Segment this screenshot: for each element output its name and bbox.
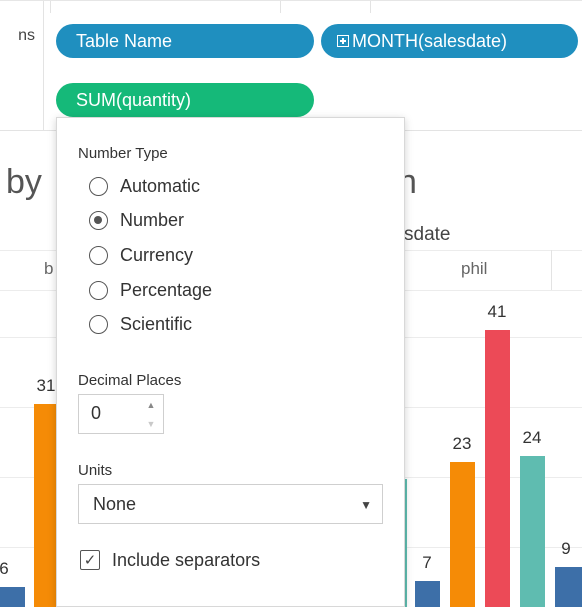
pill-label: MONTH(salesdate) <box>352 30 508 51</box>
radio-number[interactable]: Number <box>89 207 184 233</box>
radio-button-selected[interactable] <box>89 210 108 230</box>
radio-label: Currency <box>120 244 194 265</box>
pane-divider <box>551 250 552 290</box>
include-separators-option[interactable]: ✓ Include separators <box>80 546 260 574</box>
radio-button[interactable] <box>89 280 108 300</box>
table-name-pill[interactable]: Table Name <box>56 24 314 58</box>
columns-shelf-label: ns <box>0 1 44 71</box>
toolbar-strip <box>0 1 582 13</box>
bar-label: 9 <box>561 539 571 558</box>
bar-label: 7 <box>422 553 432 572</box>
strip-segment <box>280 1 371 13</box>
radio-button[interactable] <box>89 176 108 196</box>
checkbox-checked[interactable]: ✓ <box>80 550 100 570</box>
bar-blue[interactable] <box>415 581 440 607</box>
radio-label: Automatic <box>120 175 201 196</box>
radio-scientific[interactable]: Scientific <box>89 311 192 337</box>
radio-button[interactable] <box>89 314 108 334</box>
pane-label: b <box>44 259 54 278</box>
radio-percentage[interactable]: Percentage <box>89 277 212 303</box>
month-salesdate-pill[interactable]: MONTH(salesdate) <box>321 24 578 58</box>
pane-label: phil <box>461 259 488 278</box>
increment-arrow-icon[interactable]: ▲ <box>139 395 163 414</box>
bar-label: 23 <box>452 434 472 453</box>
radio-automatic[interactable]: Automatic <box>89 173 200 199</box>
bar-label: 24 <box>522 428 542 447</box>
pill-label: Table Name <box>76 30 173 51</box>
bar-orange[interactable] <box>450 462 475 607</box>
dropdown-arrow-icon[interactable]: ▼ <box>360 498 372 512</box>
bar-blue[interactable] <box>555 567 582 607</box>
decimal-places-stepper[interactable]: 0 ▲ ▼ <box>78 394 164 434</box>
strip-segment <box>50 1 281 13</box>
decrement-arrow-icon[interactable]: ▼ <box>139 414 163 433</box>
radio-label: Number <box>120 209 185 230</box>
columns-shelf: ns Table Name MONTH(salesdate) <box>0 0 582 72</box>
radio-button[interactable] <box>89 245 108 265</box>
decimal-places-title: Decimal Places <box>78 372 182 389</box>
bar-label: 6 <box>0 559 9 578</box>
number-type-title: Number Type <box>78 145 168 162</box>
units-dropdown[interactable]: None ▼ <box>78 484 383 524</box>
bar-red[interactable] <box>485 330 510 607</box>
radio-label: Percentage <box>120 279 213 300</box>
radio-currency[interactable]: Currency <box>89 242 193 268</box>
plus-box-icon[interactable] <box>337 35 349 47</box>
radio-label: Scientific <box>120 313 193 334</box>
number-format-popup: Number Type Automatic Number Currency Pe… <box>56 117 405 607</box>
column-header: sdate <box>404 224 451 245</box>
bar-blue[interactable] <box>0 587 25 607</box>
checkbox-label: Include separators <box>112 549 261 570</box>
rows-shelf-label <box>0 70 44 130</box>
bar-teal[interactable] <box>520 456 545 607</box>
units-value: None <box>93 494 137 514</box>
bar-label: 41 <box>487 302 507 321</box>
units-title: Units <box>78 462 113 479</box>
chart-title-fragment: by <box>6 163 42 201</box>
sum-quantity-pill[interactable]: SUM(quantity) <box>56 83 314 117</box>
decimal-places-value[interactable]: 0 <box>91 403 101 424</box>
pill-label: SUM(quantity) <box>76 89 192 110</box>
